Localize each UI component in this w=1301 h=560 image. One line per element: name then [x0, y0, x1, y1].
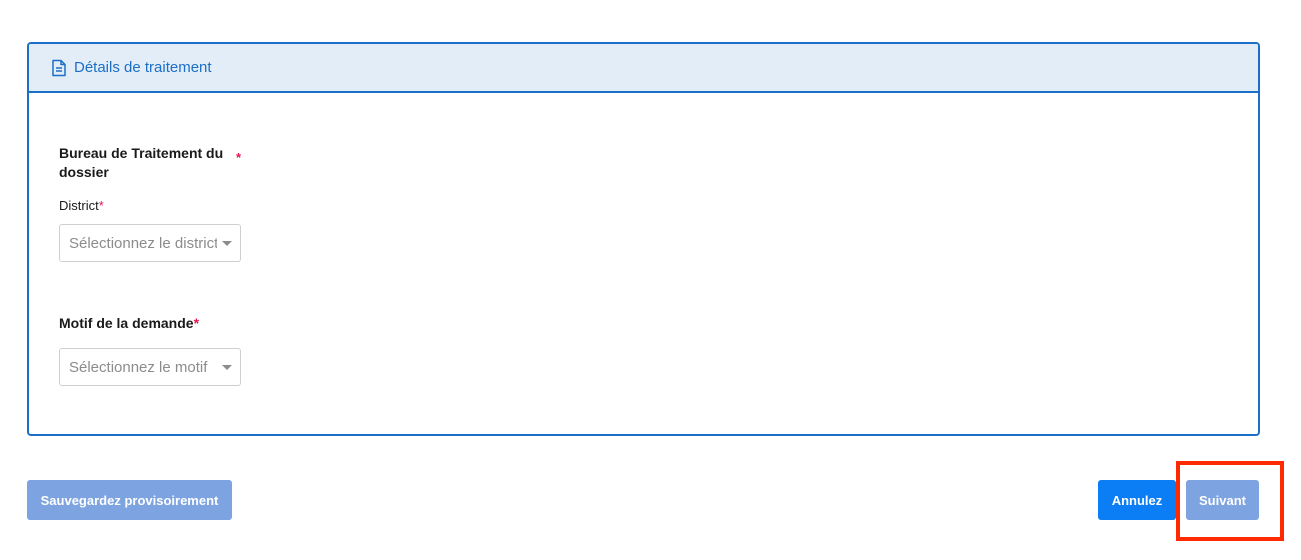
- caret-down-icon: [222, 365, 232, 370]
- district-label-text: District: [59, 198, 99, 213]
- required-asterisk: *: [193, 315, 200, 331]
- motif-select-placeholder: Sélectionnez le motif: [69, 358, 208, 376]
- cancel-button[interactable]: Annulez: [1098, 480, 1176, 520]
- bureau-title: Bureau de Traitement du dossier: [59, 145, 224, 180]
- district-select-placeholder: Sélectionnez le district: [69, 234, 217, 252]
- save-draft-button[interactable]: Sauvegardez provisoirement: [27, 480, 232, 520]
- caret-down-icon: [222, 241, 232, 246]
- card-header: Détails de traitement: [29, 44, 1258, 93]
- district-select[interactable]: Sélectionnez le district: [59, 224, 241, 262]
- required-asterisk: *: [98, 198, 104, 213]
- processing-details-card: Détails de traitement Bureau de Traiteme…: [27, 42, 1260, 436]
- motif-title: Motif de la demande*: [59, 314, 199, 333]
- next-button[interactable]: Suivant: [1186, 480, 1259, 520]
- district-label: District*: [59, 198, 104, 213]
- card-title: Détails de traitement: [74, 59, 212, 76]
- motif-select[interactable]: Sélectionnez le motif: [59, 348, 241, 386]
- required-asterisk: *: [236, 150, 242, 165]
- document-icon: [51, 59, 67, 77]
- motif-title-text: Motif de la demande: [59, 315, 194, 331]
